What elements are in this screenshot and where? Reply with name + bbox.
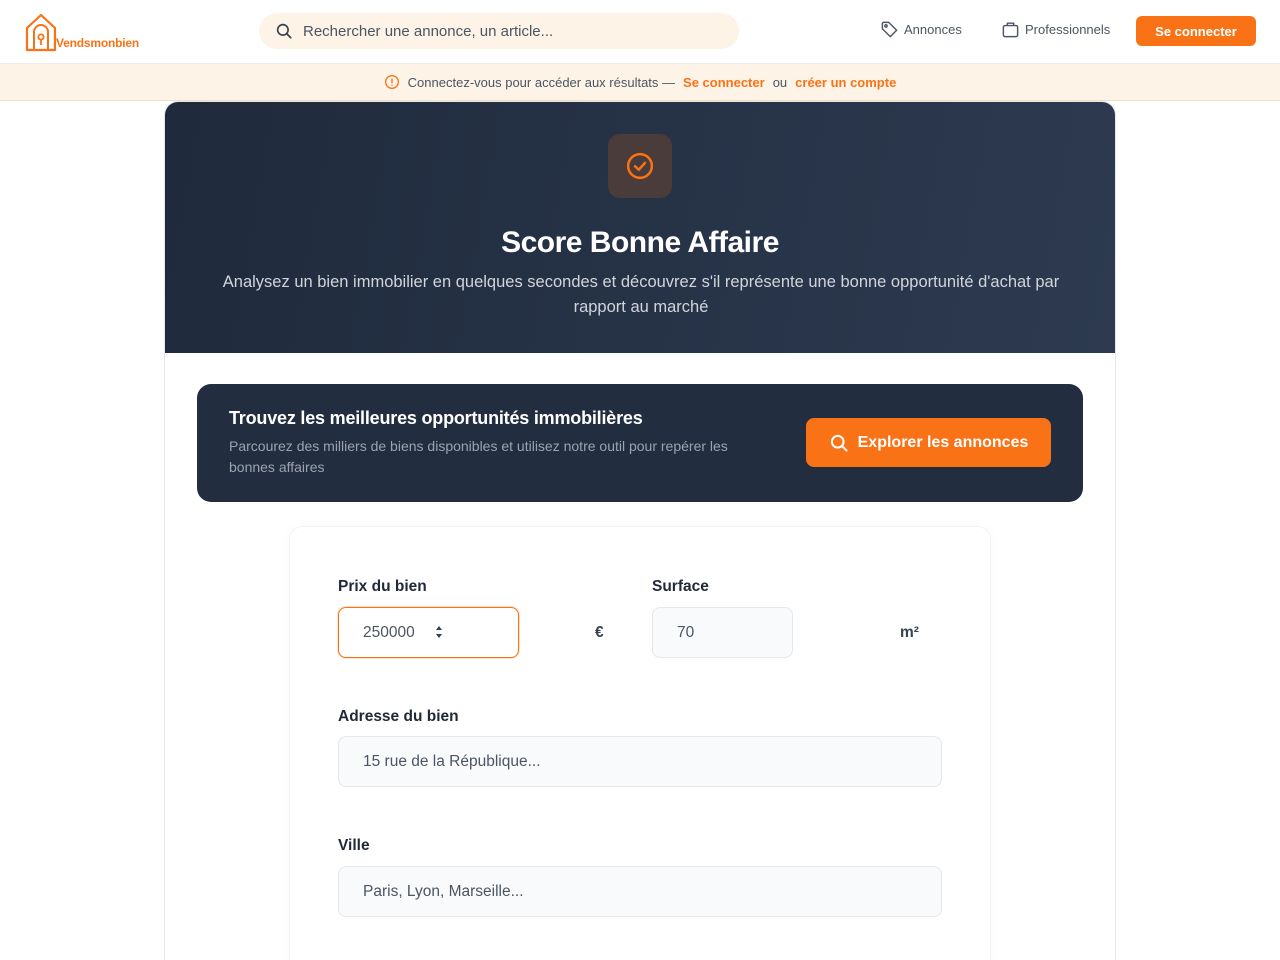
address-label: Adresse du bien [338, 708, 459, 725]
search-input[interactable] [303, 22, 703, 40]
city-input[interactable] [338, 866, 942, 917]
surface-input[interactable] [652, 607, 793, 658]
page-subtitle: Analysez un bien immobilier en quelques … [222, 273, 1060, 316]
nav-annonces[interactable]: Annonces [880, 20, 962, 39]
promo-banner: Trouvez les meilleures opportunités immo… [197, 384, 1083, 502]
explore-listings-button[interactable]: Explorer les annonces [806, 418, 1051, 467]
page-title: Score Bonne Affaire [501, 226, 779, 259]
search-icon [830, 434, 848, 451]
tag-icon [881, 21, 898, 38]
address-input[interactable] [338, 736, 942, 787]
surface-unit: m² [900, 624, 919, 641]
city-label: Ville [338, 837, 370, 854]
price-label: Prix du bien [338, 578, 427, 595]
site-logo[interactable]: Vendsmonbien [24, 8, 139, 52]
search-bar[interactable] [259, 13, 739, 49]
number-spinner-icon[interactable] [435, 625, 443, 639]
analysis-form: Prix du bien € Surface m² Adresse du bie… [289, 526, 991, 960]
nav-professionnels[interactable]: Professionnels [1001, 20, 1110, 39]
price-unit: € [595, 624, 604, 641]
hero-section: Score Bonne Affaire Analysez un bien imm… [165, 102, 1115, 353]
explore-button-label: Explorer les annonces [857, 433, 1029, 451]
login-button[interactable]: Se connecter [1136, 16, 1256, 46]
briefcase-icon [1002, 22, 1019, 38]
nav-professionnels-label: Professionnels [1025, 22, 1111, 37]
check-circle-icon [626, 152, 654, 180]
price-field-wrapper [338, 607, 519, 658]
house-logo-icon [25, 13, 57, 52]
promo-title: Trouvez les meilleures opportunités immo… [229, 408, 643, 428]
info-icon [384, 75, 399, 89]
search-icon [276, 23, 292, 39]
top-header: Vendsmonbien Annonces Professionnels Se … [0, 0, 1280, 64]
notice-login-link[interactable]: Se connecter [683, 75, 765, 90]
notice-signup-link[interactable]: créer un compte [795, 75, 896, 90]
price-input[interactable] [338, 607, 519, 658]
surface-label: Surface [652, 578, 709, 595]
login-notice-bar: Connectez-vous pour accéder aux résultat… [0, 64, 1280, 101]
score-card: Score Bonne Affaire Analysez un bien imm… [164, 101, 1116, 960]
notice-or-text: ou [772, 74, 788, 90]
promo-subtitle: Parcourez des milliers de biens disponib… [229, 438, 728, 475]
logo-text: Vendsmonbien [56, 36, 139, 50]
notice-text: Connectez-vous pour accéder aux résultat… [407, 74, 676, 90]
hero-badge [608, 134, 672, 198]
nav-annonces-label: Annonces [904, 22, 962, 37]
